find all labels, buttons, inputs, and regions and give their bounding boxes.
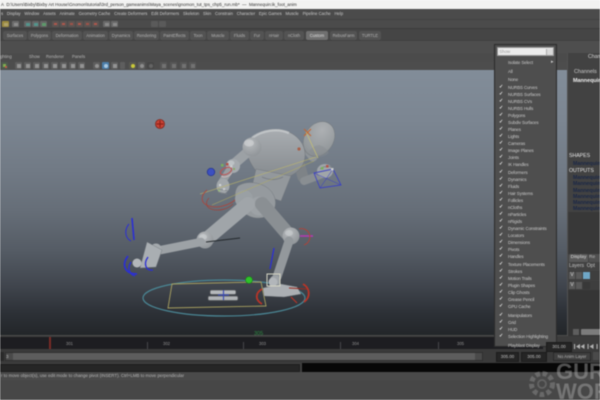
svg-text:305: 305 xyxy=(254,331,263,335)
svg-text:WORK: WORK xyxy=(556,379,600,400)
